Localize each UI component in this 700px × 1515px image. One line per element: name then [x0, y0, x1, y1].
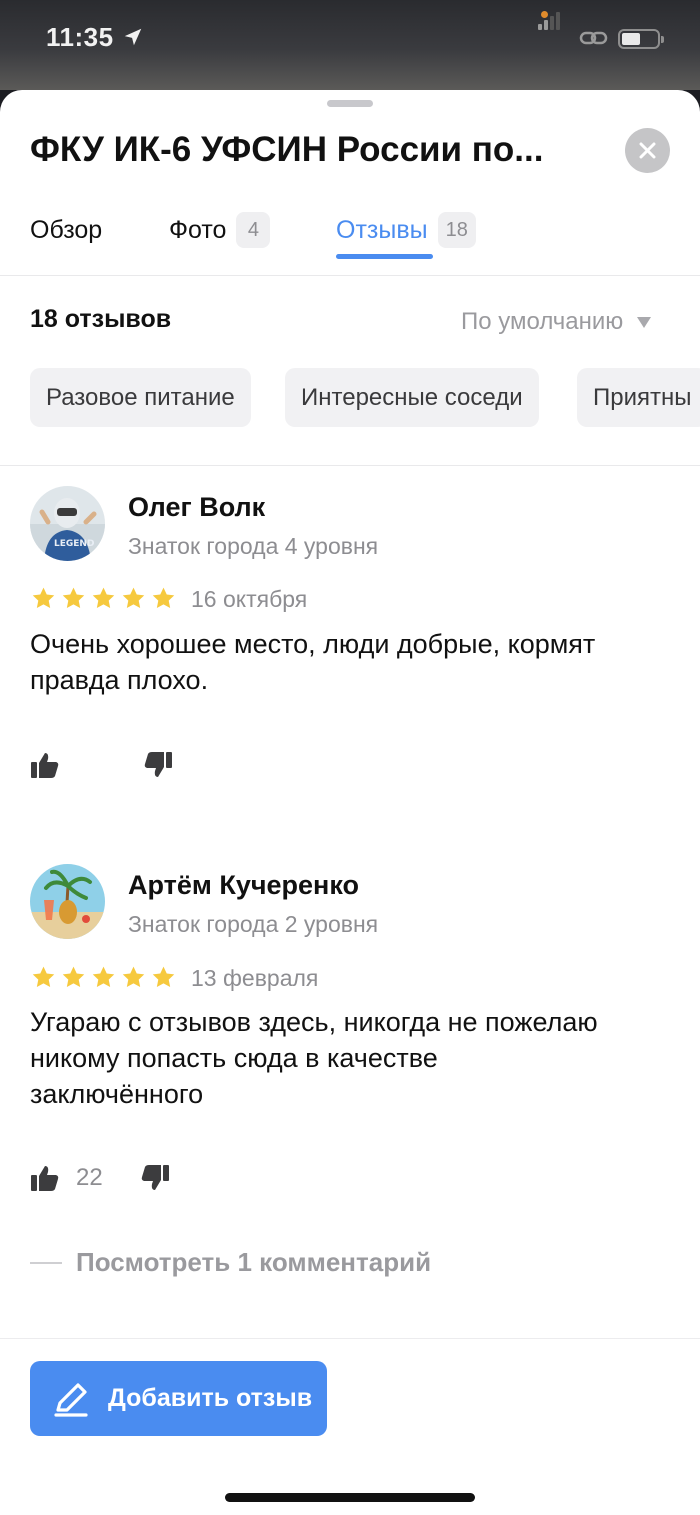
review-text: Угараю с отзывов здесь, никогда не пожел… [30, 1004, 670, 1112]
avatar[interactable]: LEGEND [30, 486, 105, 561]
sort-dropdown[interactable]: По умолчанию [461, 308, 652, 336]
tab-label: Фото [169, 215, 227, 244]
avatar[interactable] [30, 864, 105, 939]
place-title: ФКУ ИК-6 УФСИН России по... [30, 130, 544, 169]
close-button[interactable] [625, 128, 670, 173]
active-tab-indicator [336, 254, 433, 259]
rating-stars [31, 965, 176, 990]
star-icon [32, 966, 55, 987]
tab-bar: Обзор Фото 4 Отзывы 18 [0, 200, 700, 276]
review-author[interactable]: Олег Волк [128, 492, 265, 523]
rating-stars [31, 586, 176, 611]
review-text-line: правда плохо. [30, 665, 209, 695]
chip-single-meal[interactable]: Разовое питание [30, 368, 251, 427]
thumbs-up-icon[interactable] [30, 1164, 60, 1192]
tab-overview[interactable]: Обзор [30, 200, 102, 260]
chip-interesting-neighbors[interactable]: Интересные соседи [285, 368, 539, 427]
comments-dash [30, 1261, 62, 1264]
view-comments-label: Посмотреть 1 комментарий [76, 1247, 432, 1277]
thumbs-down-icon[interactable] [143, 751, 173, 779]
review-author[interactable]: Артём Кучеренко [128, 870, 359, 901]
review-text-line: Угараю с отзывов здесь, никогда не пожел… [30, 1007, 598, 1037]
tab-label: Обзор [30, 215, 103, 244]
chevron-down-icon [637, 316, 652, 328]
review-author-level: Знаток города 4 уровня [128, 533, 379, 559]
home-indicator[interactable] [225, 1493, 475, 1502]
star-icon [32, 587, 55, 608]
star-icon [62, 587, 85, 608]
status-time: 11:35 [46, 22, 114, 52]
star-icon [152, 587, 175, 608]
location-arrow-icon [124, 28, 142, 46]
sheet-grabber[interactable] [327, 100, 373, 107]
review-reactions: 22 [30, 1164, 170, 1192]
view-comments-link[interactable]: Посмотреть 1 комментарий [30, 1247, 431, 1278]
tab-count-badge: 4 [236, 212, 271, 248]
review-text-line: никому попасть сюда в качестве [30, 1043, 438, 1073]
review-text-line: заключённого [30, 1079, 204, 1109]
privacy-indicator-dot [541, 11, 548, 18]
reviews-count: 18 отзывов [30, 305, 172, 333]
review-date: 16 октября [191, 586, 308, 612]
divider [0, 465, 700, 466]
review-text: Очень хорошее место, люди добрые, кормят… [30, 626, 670, 698]
thumbs-up-icon[interactable] [30, 751, 60, 779]
sheet-footer: Добавить отзыв [0, 1338, 700, 1515]
star-icon [152, 966, 175, 987]
star-icon [62, 966, 85, 987]
review-reactions [30, 751, 173, 779]
battery-icon [618, 29, 664, 49]
divider [0, 275, 700, 276]
chip-pleasant[interactable]: Приятны [577, 368, 700, 427]
review-text-line: Очень хорошее место, люди добрые, кормят [30, 629, 596, 659]
tab-label: Отзывы [336, 215, 428, 244]
review-author-level: Знаток города 2 уровня [128, 911, 379, 937]
close-icon [639, 142, 656, 159]
add-review-button[interactable]: Добавить отзыв [30, 1361, 327, 1436]
status-bar: 11:35 [0, 0, 700, 90]
sort-label: По умолчанию [461, 308, 624, 335]
star-icon [92, 587, 115, 608]
tab-count-badge: 18 [437, 212, 476, 248]
review-date: 13 февраля [191, 965, 319, 991]
svg-text:LEGEND: LEGEND [54, 539, 94, 549]
star-icon [122, 966, 145, 987]
like-count: 22 [76, 1164, 103, 1191]
add-review-label: Добавить отзыв [108, 1384, 313, 1412]
thumbs-down-icon[interactable] [140, 1164, 170, 1192]
tab-photos[interactable]: Фото 4 [169, 200, 271, 260]
tab-reviews[interactable]: Отзывы 18 [336, 200, 476, 260]
star-icon [122, 587, 145, 608]
place-card-sheet: ФКУ ИК-6 УФСИН России по... Обзор Фото 4… [0, 90, 700, 1515]
star-icon [92, 966, 115, 987]
link-icon [579, 31, 608, 45]
pencil-icon [54, 1382, 88, 1417]
